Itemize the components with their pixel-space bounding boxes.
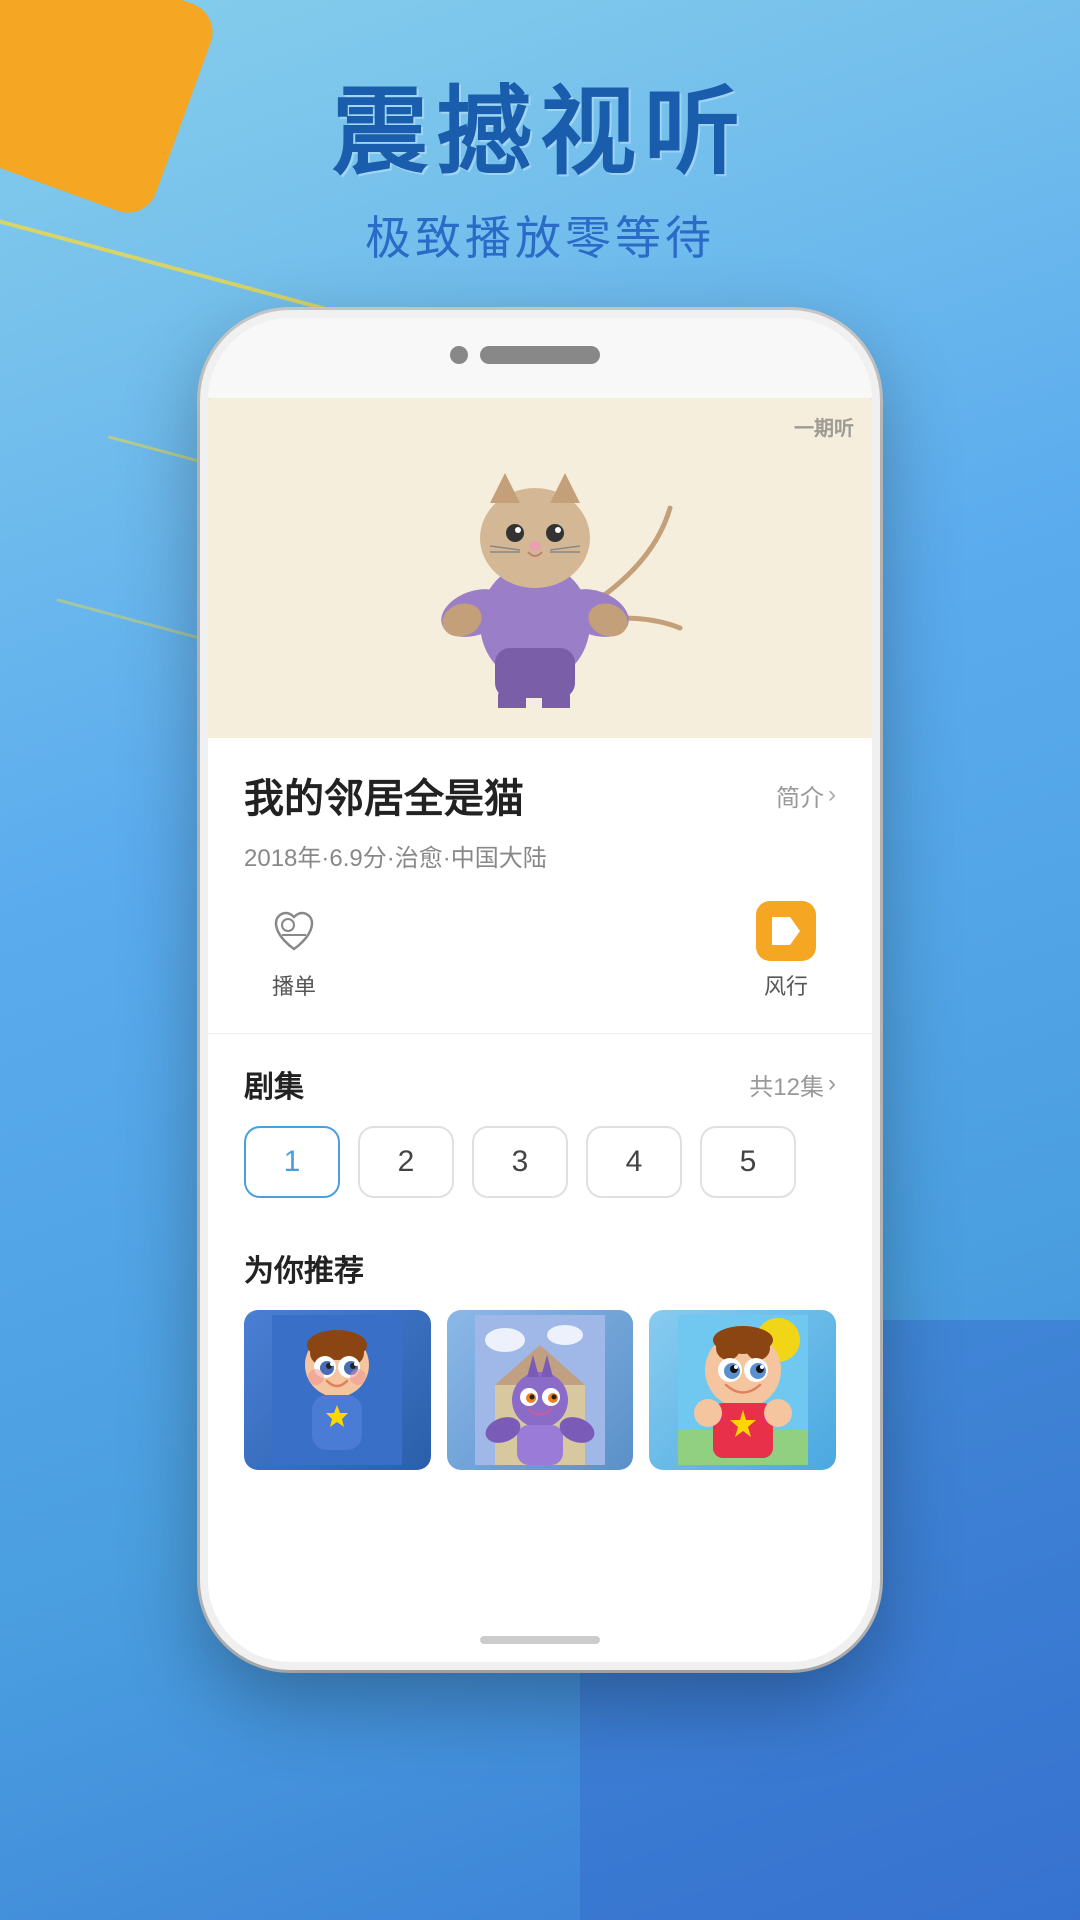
- fengxing-label: 风行: [764, 969, 808, 1001]
- recommend-item-2[interactable]: [447, 1310, 634, 1470]
- heart-playlist-icon: [264, 901, 324, 961]
- episode-btn-4[interactable]: 4: [586, 1126, 682, 1198]
- phone-inner: 一期听 我的邻居全是猫 简介 › 2018年·6.9分·治愈·中国大陆: [208, 318, 872, 1662]
- phone-home-indicator: [480, 1636, 600, 1644]
- recommend-item-1[interactable]: [244, 1310, 431, 1470]
- intro-link[interactable]: 简介 ›: [776, 778, 836, 813]
- recommend-title: 为你推荐: [244, 1246, 836, 1290]
- video-thumbnail: 一期听: [208, 398, 872, 738]
- phone-top-bar: [208, 318, 872, 398]
- episode-btn-1[interactable]: 1: [244, 1126, 340, 1198]
- divider: [208, 1033, 872, 1034]
- fengxing-button[interactable]: 风行: [756, 901, 816, 1001]
- fengxing-icon: [756, 901, 816, 961]
- recommendations-section: 为你推荐: [208, 1246, 872, 1470]
- show-title: 我的邻居全是猫: [244, 766, 524, 824]
- chevron-right-icon: ›: [828, 781, 836, 809]
- phone-camera: [450, 346, 468, 364]
- cartoon-baby-svg: [678, 1315, 808, 1465]
- recommend-item-3[interactable]: [649, 1310, 836, 1470]
- phone-speaker: [480, 346, 600, 364]
- phone-outer: 一期听 我的邻居全是猫 简介 › 2018年·6.9分·治愈·中国大陆: [200, 310, 880, 1670]
- episodes-section: 剧集 共12集 › 1 2 3 4 5: [244, 1062, 836, 1198]
- episodes-total[interactable]: 共12集 ›: [749, 1067, 836, 1102]
- thumb-content-3: [649, 1310, 836, 1470]
- thumb-content-1: [244, 1310, 431, 1470]
- episodes-header: 剧集 共12集 ›: [244, 1062, 836, 1106]
- header-area: 震撼视听 极致播放零等待: [0, 80, 1080, 268]
- sub-title: 极致播放零等待: [0, 202, 1080, 268]
- video-player[interactable]: 一期听: [208, 398, 872, 738]
- meta-info: 2018年·6.9分·治愈·中国大陆: [244, 838, 836, 873]
- cartoon-boy-svg: [272, 1315, 402, 1465]
- content-area: 我的邻居全是猫 简介 › 2018年·6.9分·治愈·中国大陆: [208, 738, 872, 1246]
- episodes-title: 剧集: [244, 1062, 304, 1106]
- episode-btn-5[interactable]: 5: [700, 1126, 796, 1198]
- video-watermark: 一期听: [794, 412, 854, 441]
- intro-label: 简介: [776, 778, 824, 813]
- cartoon-monster-svg: [475, 1315, 605, 1465]
- chevron-episodes-icon: ›: [828, 1070, 836, 1098]
- episode-btn-3[interactable]: 3: [472, 1126, 568, 1198]
- thumb-content-2: [447, 1310, 634, 1470]
- action-row: 播单 风行: [244, 901, 836, 1001]
- main-title: 震撼视听: [0, 80, 1080, 186]
- phone-mockup: 一期听 我的邻居全是猫 简介 › 2018年·6.9分·治愈·中国大陆: [200, 310, 880, 1670]
- cartoon-cat-svg: [390, 428, 690, 708]
- episodes-total-label: 共12集: [749, 1067, 824, 1102]
- title-row: 我的邻居全是猫 简介 ›: [244, 766, 836, 824]
- phone-content: 一期听 我的邻居全是猫 简介 › 2018年·6.9分·治愈·中国大陆: [208, 398, 872, 1622]
- playlist-button[interactable]: 播单: [264, 901, 324, 1001]
- episode-list: 1 2 3 4 5: [244, 1126, 836, 1198]
- recommend-list: [244, 1310, 836, 1470]
- playlist-label: 播单: [272, 969, 316, 1001]
- episode-btn-2[interactable]: 2: [358, 1126, 454, 1198]
